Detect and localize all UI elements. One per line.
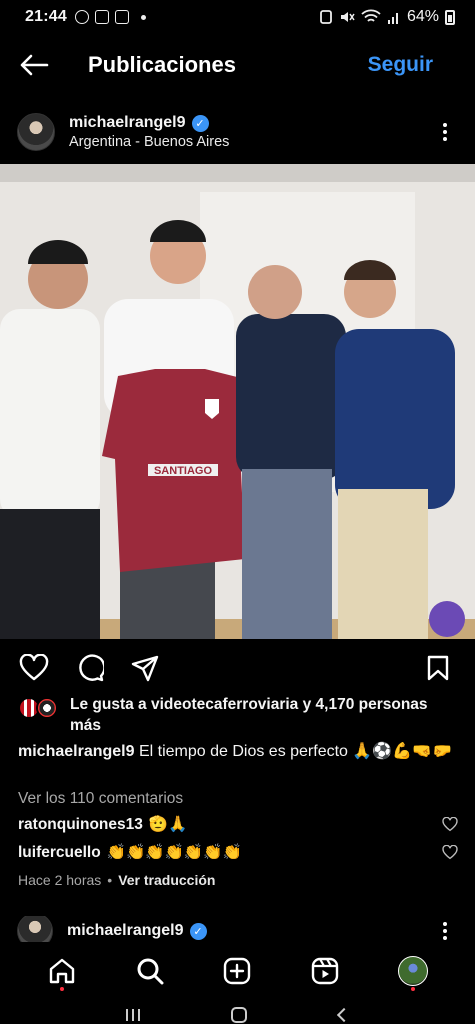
system-navigation: [0, 1006, 475, 1024]
heart-icon: [19, 654, 49, 681]
post-user-info: michaelrangel9 ✓ Argentina - Buenos Aire…: [69, 114, 229, 150]
heart-icon: [442, 845, 458, 860]
liker-avatar: [36, 697, 58, 719]
bottom-nav: [0, 942, 475, 1000]
like-button[interactable]: [19, 653, 49, 683]
dot-icon: [443, 123, 447, 127]
more-notifications-dot: [140, 14, 146, 20]
username-row: michaelrangel9 ✓: [67, 922, 207, 940]
search-icon: [137, 958, 164, 985]
system-icons: 64%: [319, 8, 455, 26]
gallery-icon: [114, 10, 129, 24]
top-bar: Publicaciones Seguir: [0, 40, 475, 90]
instagram-icon: [94, 10, 109, 24]
battery-percent: 64%: [406, 8, 439, 25]
likes-summary[interactable]: Le gusta a videotecaferroviaria y 4,170 …: [18, 694, 458, 736]
post-meta: Hace 2 horas • Ver traducción: [18, 872, 215, 888]
mute-icon: [340, 12, 355, 22]
share-button[interactable]: [130, 653, 160, 683]
comment-text: 👏👏👏👏👏👏👏: [106, 844, 242, 861]
home-icon: [49, 958, 75, 984]
signal-icon: [387, 13, 398, 24]
dot-icon: [443, 130, 447, 134]
dot-icon: [443, 929, 447, 933]
notification-dot: [411, 987, 416, 991]
comment-button[interactable]: [75, 653, 105, 683]
post-options-button[interactable]: [435, 117, 455, 147]
verified-badge-icon: ✓: [189, 922, 207, 940]
page-title: Publicaciones: [88, 52, 236, 77]
whatsapp-icon: [74, 10, 89, 24]
post-header: michaelrangel9 ✓ Argentina - Buenos Aire…: [0, 110, 475, 154]
photo-illustration: SANTIAGO: [0, 164, 475, 639]
heart-icon: [442, 817, 458, 832]
dot-icon: [443, 936, 447, 940]
username-row: michaelrangel9 ✓: [69, 114, 229, 132]
back-button[interactable]: [4, 40, 64, 90]
post-location[interactable]: Argentina - Buenos Aires: [69, 134, 229, 150]
status-bar: 21:44 64%: [0, 0, 475, 34]
author-avatar[interactable]: [17, 113, 55, 151]
comment-icon: [79, 654, 104, 682]
wifi-icon: [361, 9, 381, 22]
alarm-icon: [320, 10, 332, 24]
comment-like-button[interactable]: [442, 845, 458, 861]
post-time: Hace 2 horas: [18, 872, 102, 888]
home-system-button[interactable]: [231, 1007, 248, 1023]
bookmark-icon: [427, 655, 449, 681]
post-username[interactable]: michaelrangel9: [67, 922, 184, 940]
likes-text: Le gusta a videotecaferroviaria y 4,170 …: [70, 696, 428, 734]
nav-search[interactable]: [130, 949, 170, 993]
view-comments-link[interactable]: Ver los 110 comentarios: [18, 790, 183, 808]
nav-create[interactable]: [217, 949, 257, 993]
jersey-sponsor-text: SANTIAGO: [154, 465, 213, 477]
translate-link[interactable]: Ver traducción: [118, 872, 215, 888]
meta-separator: •: [107, 872, 113, 888]
liker-avatars: [18, 697, 62, 719]
save-button[interactable]: [423, 653, 453, 683]
post-actions: [0, 648, 475, 688]
comment-text: 🫡🙏: [148, 816, 188, 833]
nav-home[interactable]: [42, 949, 82, 993]
comment-item: ratonquinones13 🫡🙏: [18, 815, 458, 834]
status-time: 21:44: [25, 8, 67, 25]
caption-username[interactable]: michaelrangel9: [18, 743, 135, 760]
recent-apps-button[interactable]: [125, 1009, 140, 1021]
battery-icon: [445, 9, 455, 25]
notification-icons: [74, 10, 146, 24]
comment-item: luifercuello 👏👏👏👏👏👏👏: [18, 843, 458, 862]
dot-icon: [443, 922, 447, 926]
comment-username[interactable]: ratonquinones13: [18, 816, 143, 834]
caption-text: El tiempo de Dios es perfecto 🙏⚽💪🤜🤛: [138, 743, 452, 760]
post-username[interactable]: michaelrangel9: [69, 114, 186, 132]
post-photo[interactable]: SANTIAGO: [0, 164, 475, 639]
verified-badge-icon: ✓: [191, 114, 209, 132]
notification-dot: [59, 987, 64, 991]
back-arrow-icon: [20, 54, 49, 76]
post-caption: michaelrangel9 El tiempo de Dios es perf…: [18, 740, 458, 764]
nav-reels[interactable]: [305, 949, 345, 993]
add-post-icon: [224, 957, 251, 985]
comment-username[interactable]: luifercuello: [18, 844, 101, 862]
send-icon: [131, 655, 159, 682]
nav-profile[interactable]: [393, 949, 433, 993]
dot-icon: [443, 137, 447, 141]
reels-icon: [312, 957, 339, 985]
follow-button[interactable]: Seguir: [368, 53, 433, 77]
back-system-button[interactable]: [337, 1007, 352, 1023]
profile-avatar: [398, 956, 429, 986]
comment-like-button[interactable]: [442, 817, 458, 833]
